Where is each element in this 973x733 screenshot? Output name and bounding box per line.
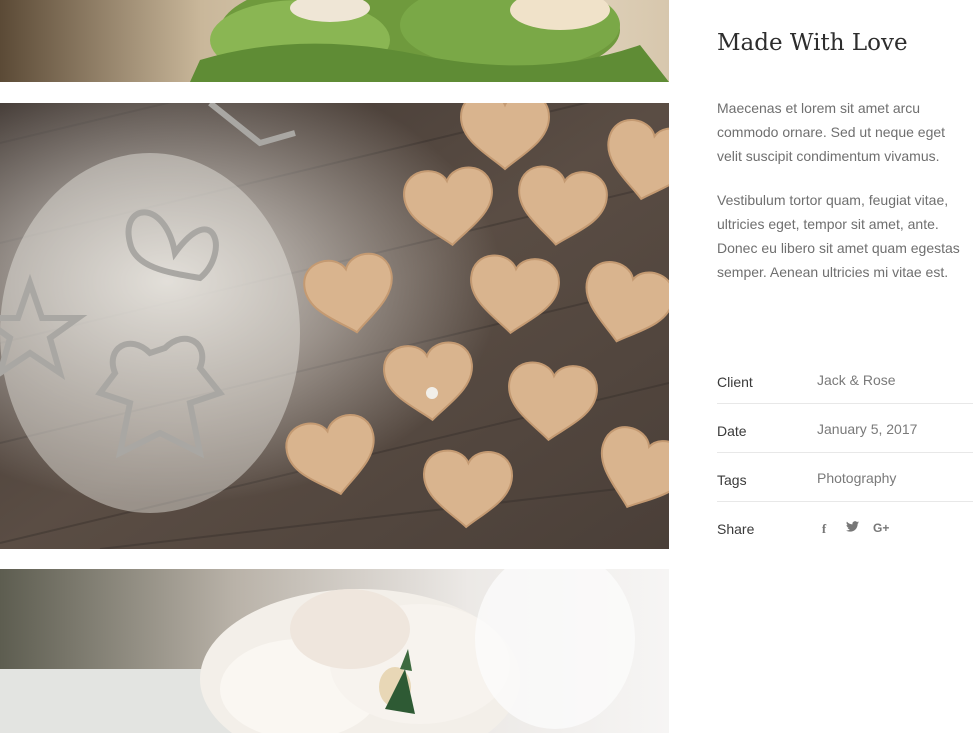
meta-value-date: January 5, 2017 [817, 421, 918, 437]
meta-label-share: Share [717, 521, 755, 537]
facebook-icon[interactable]: f [817, 521, 831, 537]
gallery-photo-flowers[interactable] [0, 0, 669, 82]
photo-flowers-image [0, 0, 669, 82]
twitter-bird-icon [845, 521, 859, 532]
google-plus-icon[interactable]: G+ [873, 521, 889, 537]
project-description-1: Maecenas et lorem sit amet arcu commodo … [717, 100, 946, 164]
meta-value-client: Jack & Rose [817, 372, 896, 388]
gallery-photo-cookies[interactable] [0, 103, 669, 549]
meta-row-date: Date January 5, 2017 [717, 404, 973, 453]
project-meta-list: Client Jack & Rose Date January 5, 2017 … [717, 355, 973, 550]
photo-gallery [0, 0, 669, 733]
meta-value-tags[interactable]: Photography [817, 470, 896, 486]
meta-label-date: Date [717, 423, 747, 439]
photo-bouquet-image [0, 569, 669, 733]
meta-row-client: Client Jack & Rose [717, 355, 973, 404]
project-description-2: Vestibulum tortor quam, feugiat vitae, u… [717, 192, 960, 280]
photo-cookies-image [0, 103, 669, 549]
gallery-photo-bouquet[interactable] [0, 569, 669, 733]
share-icons: f G+ [817, 521, 890, 537]
project-title: Made With Love [717, 30, 908, 56]
meta-label-client: Client [717, 374, 753, 390]
meta-row-tags: Tags Photography [717, 453, 973, 502]
meta-row-share: Share f G+ [717, 502, 973, 550]
twitter-icon[interactable] [845, 521, 859, 537]
meta-label-tags: Tags [717, 472, 747, 488]
